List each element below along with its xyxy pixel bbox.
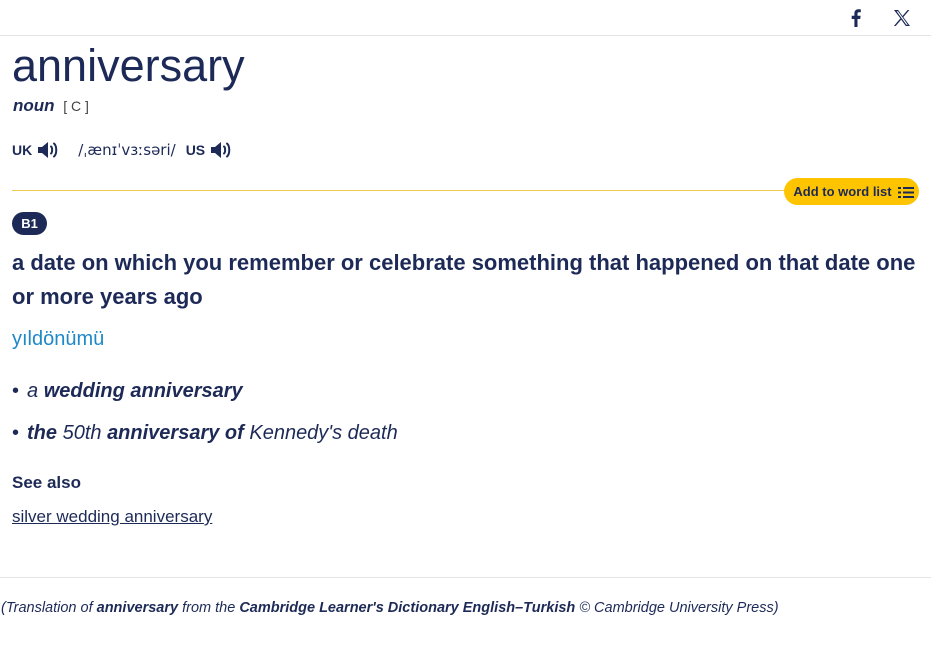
translation: yıldönümü (12, 328, 105, 350)
part-of-speech: noun (13, 96, 55, 115)
us-audio-speaker-icon[interactable] (209, 139, 235, 161)
example-sentence: • a wedding anniversary (12, 379, 243, 403)
share-bar (0, 0, 931, 36)
see-also-heading: See also (12, 473, 81, 492)
credit-middle: from the (178, 600, 240, 616)
example-highlight: anniversary of (107, 422, 244, 444)
add-to-word-list-label: Add to word list (793, 184, 892, 199)
credit-dictionary: Cambridge Learner's Dictionary English–T… (239, 600, 576, 616)
example-text: a (27, 380, 44, 402)
credit-word: anniversary (96, 600, 179, 616)
example-sentence: • the 50th anniversary of Kennedy's death (12, 421, 398, 445)
footer-divider (0, 577, 931, 578)
translation-credit: (Translation of anniversary from the Cam… (1, 598, 779, 618)
cefr-level-badge: B1 (12, 212, 47, 235)
us-label: US (185, 142, 206, 158)
credit-suffix: © Cambridge University Press) (575, 600, 779, 616)
add-to-word-list-button[interactable]: Add to word list (784, 178, 919, 205)
x-icon[interactable] (890, 6, 914, 30)
bullet: • (12, 380, 20, 402)
example-text: 50th (57, 422, 108, 444)
definition: a date on which you remember or celebrat… (12, 250, 916, 309)
part-of-speech-line: noun [ C ] (13, 96, 89, 116)
uk-audio-speaker-icon[interactable] (36, 139, 62, 161)
ipa-transcription: /ˌænɪˈvɜːsəri/ (78, 141, 176, 159)
list-icon (897, 186, 914, 198)
uk-label: UK (12, 142, 33, 158)
facebook-icon[interactable] (844, 6, 868, 30)
example-highlight: wedding anniversary (43, 380, 243, 402)
example-text: Kennedy's death (243, 422, 398, 444)
example-highlight: the (27, 422, 58, 444)
see-also-link[interactable]: silver wedding anniversary (12, 507, 212, 527)
credit-prefix: (Translation of (1, 600, 97, 616)
grammar-code: [ C ] (63, 98, 89, 114)
bullet: • (12, 422, 20, 444)
headword: anniversary (12, 40, 245, 91)
section-divider (12, 190, 792, 191)
pronunciation-line: UK /ˌænɪˈvɜːsəri/ US (12, 137, 235, 163)
